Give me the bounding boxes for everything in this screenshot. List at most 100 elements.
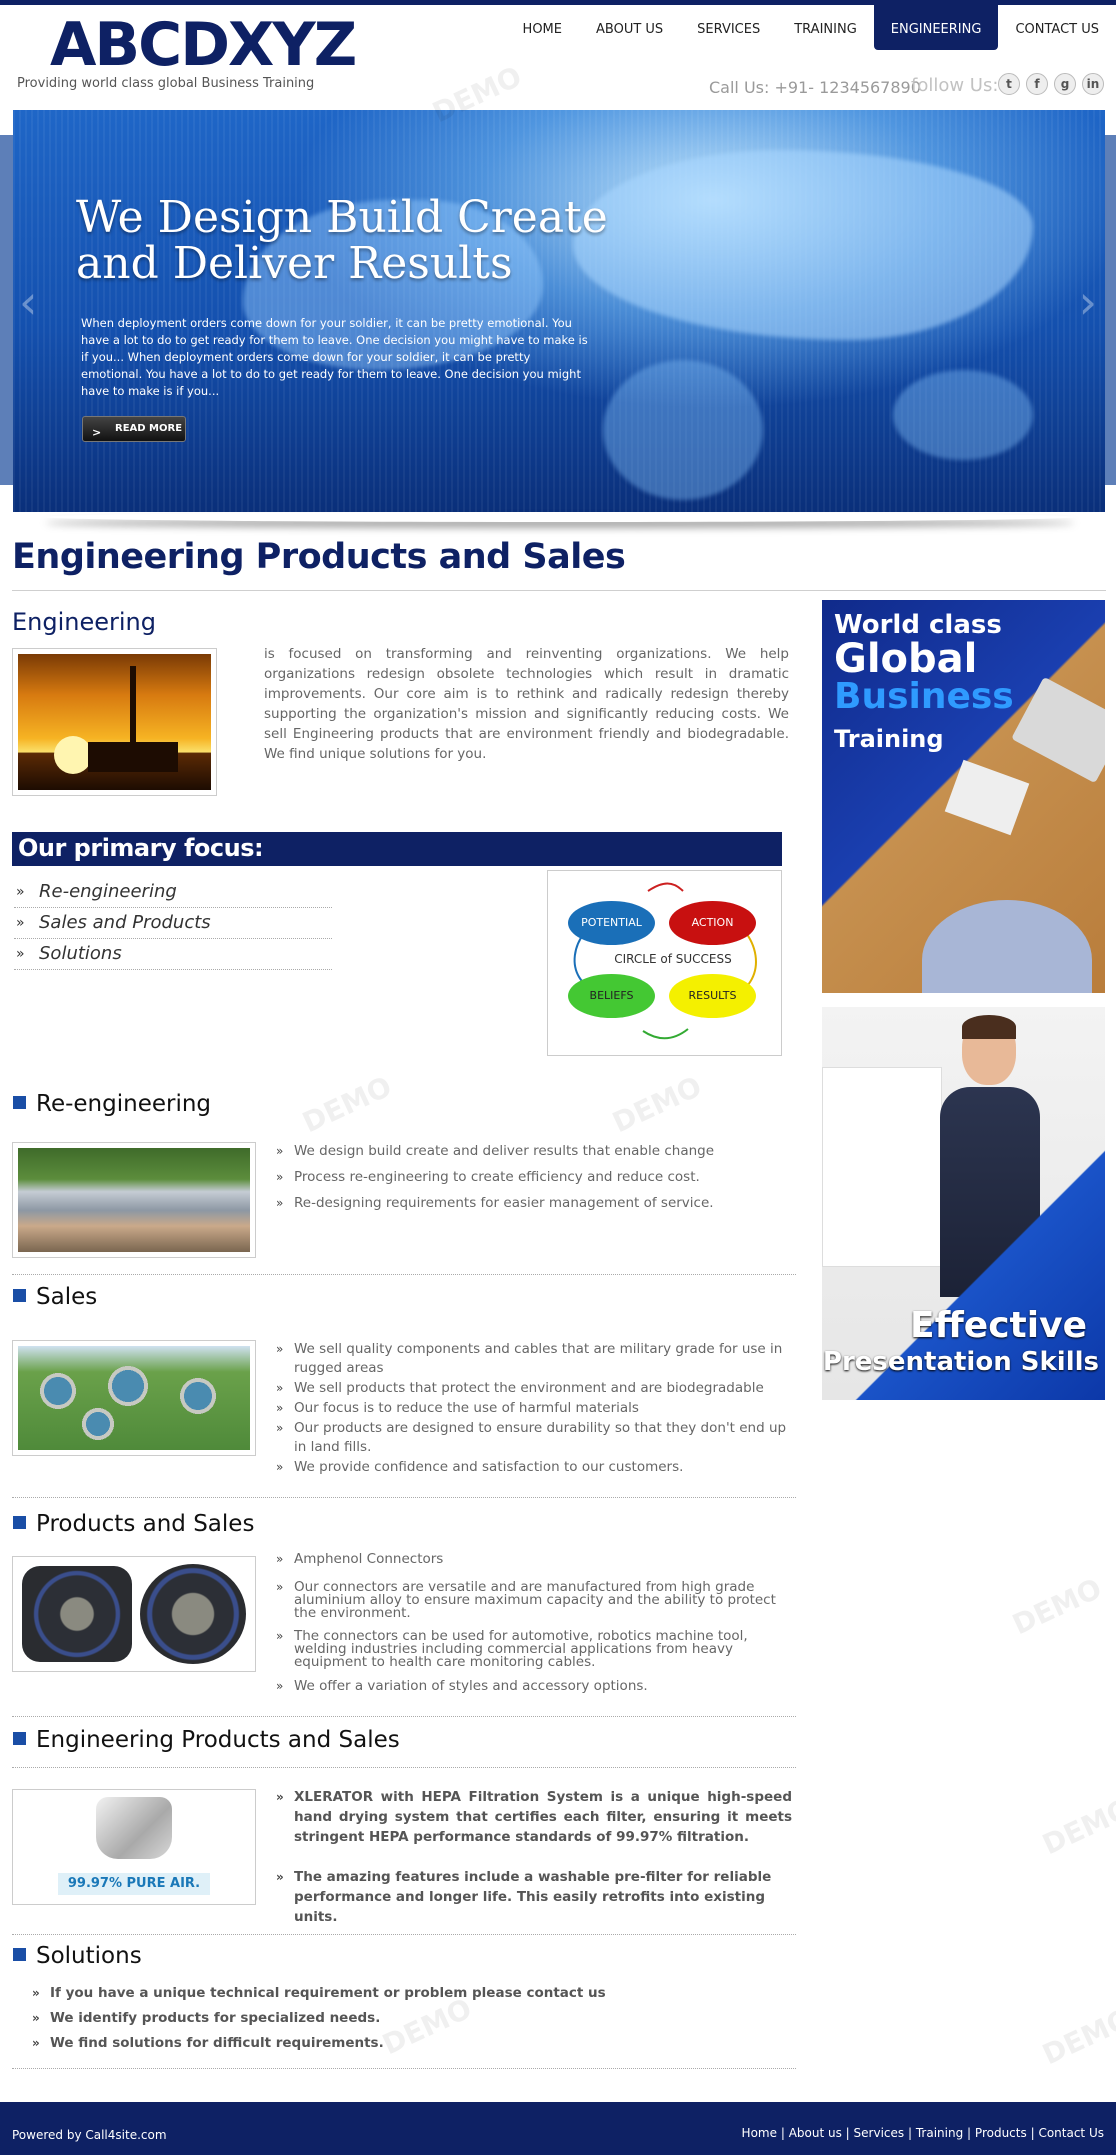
hero-title-line1: We Design Build Create	[76, 192, 608, 243]
nav-contact-us[interactable]: CONTACT US	[998, 5, 1116, 50]
footer-link-home[interactable]: Home	[742, 2126, 777, 2140]
sales-heading: Sales	[13, 1284, 97, 1310]
slider-prev-arrow[interactable]: ‹	[19, 275, 37, 329]
products-heading: Products and Sales	[13, 1511, 254, 1537]
focus-item-label: Re-engineering	[39, 881, 177, 902]
footer-separator: |	[907, 2126, 913, 2140]
main-nav: HOME ABOUT US SERVICES TRAINING ENGINEER…	[506, 5, 1116, 50]
map-continent	[573, 150, 1033, 340]
focus-item-label: Solutions	[39, 943, 122, 964]
action-oval: ACTION	[669, 901, 756, 945]
slider-shadow	[45, 512, 1075, 522]
bullet-icon: »	[16, 884, 25, 900]
primary-focus-list: » Re-engineering » Sales and Products » Sol…	[14, 877, 332, 970]
list-item: » The connectors can be used for automoti…	[276, 1629, 796, 1669]
linkedin-icon[interactable]: in	[1082, 73, 1104, 95]
list-item-text: Amphenol Connectors	[294, 1551, 444, 1567]
list-item: » We sell quality components and cables t…	[276, 1340, 796, 1378]
slider-side-right	[1105, 135, 1116, 485]
list-item: » We provide confidence and satisfaction …	[276, 1458, 796, 1477]
sales-list: » We sell quality components and cables t…	[276, 1340, 796, 1477]
follow-us-label: follow Us:	[911, 75, 999, 96]
square-bullet-icon	[13, 1289, 26, 1302]
divider	[12, 1767, 796, 1768]
focus-item[interactable]: » Sales and Products	[14, 908, 332, 939]
slider-next-arrow[interactable]: ›	[1079, 275, 1097, 329]
connector-shape	[140, 1564, 246, 1664]
nav-services[interactable]: SERVICES	[680, 5, 777, 50]
list-item-text: Our focus is to reduce the use of harmfu…	[294, 1400, 639, 1416]
hero-slider: We Design Build Create and Deliver Resul…	[13, 110, 1105, 512]
watermark: DEMO	[1037, 2001, 1116, 2072]
bullet-icon: »	[276, 1679, 284, 1693]
bullet-icon: »	[276, 1870, 284, 1884]
watermark: DEMO	[607, 1069, 707, 1140]
global-business-training-banner[interactable]: World class Global Business Training	[822, 600, 1105, 993]
footer-link-training[interactable]: Training	[916, 2126, 963, 2140]
bullet-icon: »	[276, 1381, 284, 1395]
list-item-text: Re-designing requirements for easier man…	[294, 1195, 714, 1211]
list-item: » We design build create and deliver resu…	[276, 1142, 796, 1161]
results-oval: RESULTS	[669, 974, 756, 1018]
nav-home[interactable]: HOME	[506, 5, 579, 50]
site-logo[interactable]: ABCDXYZ	[50, 14, 357, 76]
footer-separator: |	[780, 2126, 785, 2140]
eps-heading: Engineering Products and Sales	[13, 1727, 400, 1753]
focus-item[interactable]: » Re-engineering	[14, 877, 332, 908]
footer-link-contact-us[interactable]: Contact Us	[1038, 2126, 1104, 2140]
powered-by-link[interactable]: Powered by Call4site.com	[12, 2128, 167, 2142]
beliefs-oval: BELIEFS	[568, 974, 655, 1018]
list-item: » If you have a unique technical requirem…	[32, 1983, 732, 2003]
bullet-icon: »	[32, 1986, 40, 2000]
banner-text: Presentation Skills	[822, 1347, 1099, 1377]
bullet-icon: »	[16, 915, 25, 931]
footer-link-products[interactable]: Products	[975, 2126, 1027, 2140]
slider-side-left	[0, 135, 13, 485]
divider	[12, 1497, 796, 1498]
google-plus-icon[interactable]: g	[1054, 73, 1076, 95]
read-more-button[interactable]: > READ MORE	[82, 416, 186, 442]
rig-base-shape	[88, 742, 178, 772]
engineering-text: is focused on transforming and reinventi…	[264, 646, 789, 762]
list-item: » The amazing features include a washable…	[276, 1867, 792, 1927]
nav-engineering[interactable]: ENGINEERING	[873, 5, 999, 50]
list-item-text: We identify products for specialized nee…	[50, 2010, 381, 2026]
square-bullet-icon	[13, 1516, 26, 1529]
footer-link-about-us[interactable]: About us	[789, 2126, 842, 2140]
page-title: Engineering Products and Sales	[12, 537, 626, 577]
oil-rig-photo	[18, 654, 211, 790]
footer-link-services[interactable]: Services	[854, 2126, 905, 2140]
bullet-icon: »	[276, 1401, 284, 1415]
nav-training[interactable]: TRAINING	[777, 5, 874, 50]
list-item-text: We find solutions for difficult requirem…	[50, 2035, 384, 2051]
bullet-icon: »	[276, 1460, 284, 1474]
circle-center-label: CIRCLE of SUCCESS	[614, 952, 732, 966]
list-item-text: We offer a variation of styles and acces…	[294, 1678, 648, 1694]
bullet-icon: »	[276, 1552, 284, 1566]
list-item: » Re-designing requirements for easier ma…	[276, 1194, 796, 1213]
list-item: » Our connectors are versatile and are ma…	[276, 1580, 796, 1620]
bullet-icon: »	[276, 1144, 284, 1158]
divider	[12, 2068, 796, 2069]
solutions-heading-label: Solutions	[36, 1943, 142, 1969]
bullet-icon: »	[276, 1790, 284, 1804]
reengineering-list: » We design build create and deliver resu…	[276, 1142, 796, 1213]
bullet-icon: »	[276, 1629, 284, 1643]
list-item-text: XLERATOR with HEPA Filtration System is …	[294, 1789, 792, 1845]
site-tagline: Providing world class global Business Tr…	[17, 76, 315, 91]
reengineering-heading: Re-engineering	[13, 1091, 211, 1117]
divider	[12, 590, 1106, 591]
bullet-icon: »	[276, 1196, 284, 1210]
circle-of-success-image: POTENTIAL ACTION CIRCLE of SUCCESS BELIE…	[547, 870, 782, 1056]
eps-heading-label: Engineering Products and Sales	[36, 1727, 400, 1753]
square-bullet-icon	[13, 1732, 26, 1745]
focus-item[interactable]: » Solutions	[14, 939, 332, 970]
twitter-icon[interactable]: t	[998, 73, 1020, 95]
facebook-icon[interactable]: f	[1026, 73, 1048, 95]
nav-about-us[interactable]: ABOUT US	[579, 5, 680, 50]
engineering-heading: Engineering	[12, 608, 156, 636]
oil-rig-image	[12, 648, 217, 796]
products-list: » Amphenol Connectors » Our connectors are…	[276, 1550, 796, 1696]
presentation-skills-banner[interactable]: Effective Presentation Skills	[822, 1007, 1105, 1400]
solutions-heading: Solutions	[13, 1943, 142, 1969]
